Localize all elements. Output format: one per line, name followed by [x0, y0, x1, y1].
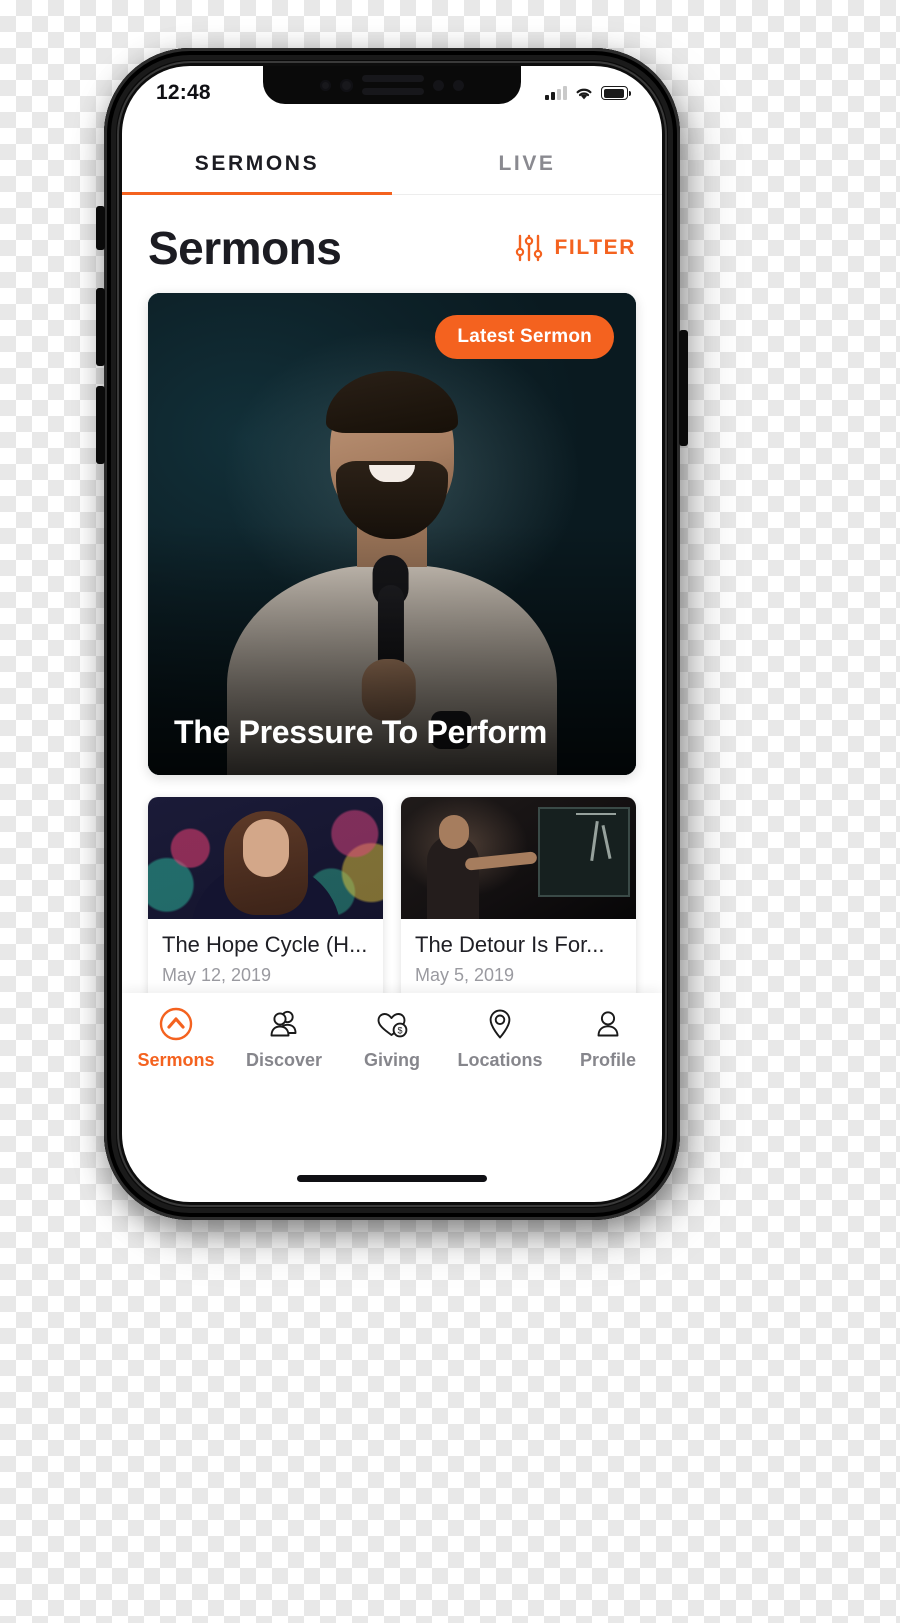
home-indicator[interactable] [297, 1175, 487, 1182]
volume-down-button[interactable] [96, 386, 105, 464]
latest-sermon-badge: Latest Sermon [435, 315, 614, 359]
person-icon [590, 1005, 626, 1043]
status-bar: 12:48 [122, 66, 662, 116]
people-icon [266, 1005, 302, 1043]
status-time: 12:48 [156, 81, 211, 104]
bottom-tab-sermons[interactable]: Sermons [122, 1005, 230, 1071]
bottom-tab-profile[interactable]: Profile [554, 1005, 662, 1071]
page-title: Sermons [148, 222, 342, 274]
filter-label: FILTER [554, 236, 636, 259]
sermon-card[interactable]: The Detour Is For... May 5, 2019 [401, 797, 636, 1002]
tab-live-label: LIVE [498, 152, 556, 175]
silent-switch-button[interactable] [96, 206, 105, 250]
sermon-thumbnail [148, 797, 383, 919]
phone-screen: 12:48 SERMONS LIVE Sermons FILTER Latest… [122, 66, 662, 1202]
cellular-signal-icon [545, 86, 567, 100]
bottom-tab-discover[interactable]: Discover [230, 1005, 338, 1071]
sermon-card-title: The Hope Cycle (H... [162, 932, 368, 957]
page-header: Sermons FILTER [122, 195, 662, 293]
volume-up-button[interactable] [96, 288, 105, 366]
sliders-filter-icon [516, 234, 543, 262]
map-pin-icon [482, 1005, 518, 1043]
bottom-tab-locations[interactable]: Locations [446, 1005, 554, 1071]
hero-gradient-overlay [148, 293, 636, 775]
sermon-card-date: May 5, 2019 [415, 965, 515, 985]
bottom-tab-sermons-label: Sermons [137, 1050, 215, 1070]
sermon-thumbnail [401, 797, 636, 919]
power-button[interactable] [679, 330, 688, 446]
bottom-tab-locations-label: Locations [457, 1050, 543, 1070]
tab-live[interactable]: LIVE [392, 138, 662, 194]
status-indicators [545, 86, 631, 101]
sermon-card[interactable]: The Hope Cycle (H... May 12, 2019 [148, 797, 383, 1002]
bottom-tab-bar: Sermons Discover $ Giving Locations Prof… [122, 993, 662, 1121]
heart-dollar-icon: $ [374, 1005, 410, 1043]
bottom-tab-profile-label: Profile [579, 1050, 636, 1070]
svg-text:$: $ [397, 1026, 402, 1036]
bottom-tab-giving[interactable]: $ Giving [338, 1005, 446, 1071]
bottom-tab-discover-label: Discover [245, 1050, 323, 1070]
sermon-card-title: The Detour Is For... [415, 932, 605, 957]
hero-sermon-title: The Pressure To Perform [174, 714, 548, 750]
tab-sermons-label: SERMONS [194, 152, 320, 175]
wifi-icon [576, 88, 592, 99]
top-tab-bar: SERMONS LIVE [122, 138, 662, 196]
battery-icon [601, 86, 631, 100]
tab-sermons[interactable]: SERMONS [122, 138, 392, 196]
phone-device-frame: 12:48 SERMONS LIVE Sermons FILTER Latest… [104, 48, 680, 1220]
sermons-content-scroll[interactable]: Sermons FILTER Latest Sermon The Pressur… [122, 195, 662, 1121]
filter-button[interactable]: FILTER [514, 232, 636, 264]
bottom-tab-giving-label: Giving [363, 1050, 420, 1070]
latest-sermon-hero-card[interactable]: Latest Sermon The Pressure To Perform [148, 293, 636, 775]
sermon-card-date: May 12, 2019 [162, 965, 272, 985]
chevron-up-circle-icon [158, 1005, 194, 1043]
